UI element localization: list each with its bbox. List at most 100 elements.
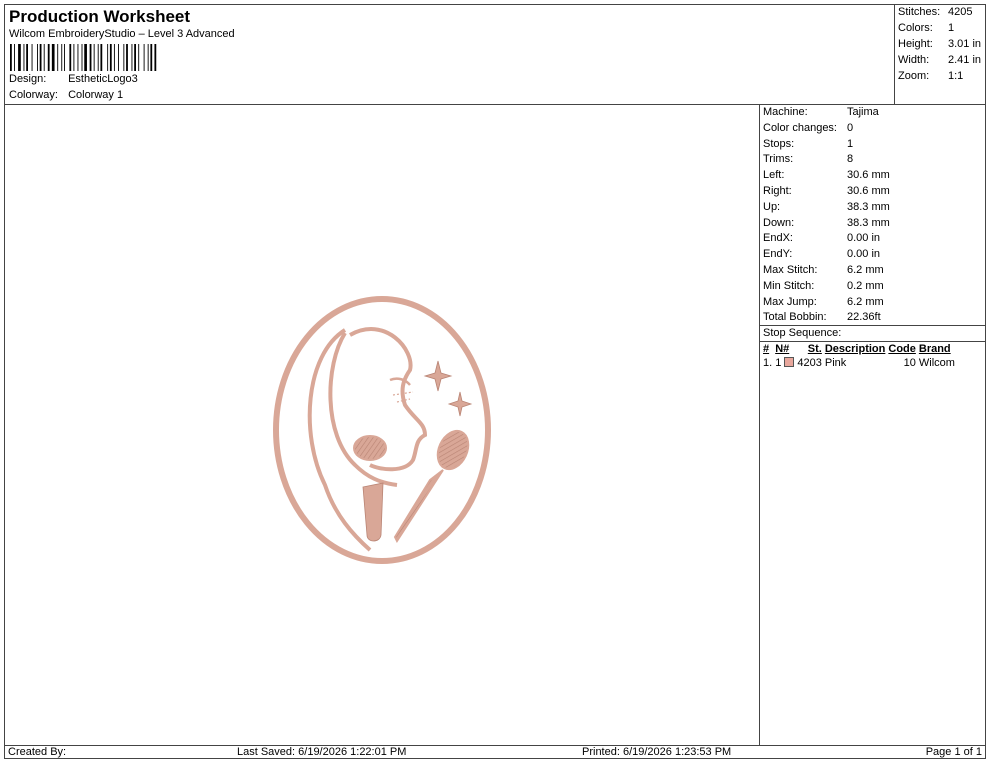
height-value: 3.01 in — [948, 38, 982, 50]
info-row: EndY: 0.00 in — [763, 248, 880, 260]
info-label: Left: — [763, 169, 785, 182]
software-subtitle: Wilcom EmbroideryStudio – Level 3 Advanc… — [9, 28, 235, 40]
barcode-image — [10, 44, 157, 71]
info-value: 22.36ft — [847, 311, 881, 324]
info-value: 0 — [847, 121, 854, 134]
info-value: 6.2 mm — [847, 264, 884, 276]
color-swatch — [784, 357, 795, 367]
colorway-label: Colorway: — [9, 89, 58, 101]
stop-sequence-table: # N# St. Description Code Brand 1. 1 420… — [763, 343, 958, 369]
design-label: Design: — [9, 73, 47, 85]
info-row: EndX: 0.00 in — [763, 232, 880, 244]
info-value: 8 — [847, 153, 854, 166]
col-index-header: # — [763, 343, 770, 355]
info-label: Trims: — [763, 153, 794, 166]
colorway-row: Colorway: Colorway 1 — [9, 89, 123, 101]
info-row: Max Jump: 6.2 mm — [763, 296, 884, 308]
info-value: 0.2 mm — [847, 279, 884, 292]
summary-box: Stitches: 4205 Colors: 1 Height: 3.01 in Wi… — [895, 5, 985, 105]
info-label: EndX: — [763, 232, 793, 245]
stitches-label: Stitches: — [898, 6, 941, 18]
design-preview-area — [5, 105, 760, 745]
width-value: 2.41 in — [948, 54, 982, 66]
col-stitches-header: St. — [807, 343, 822, 355]
height-label: Height: — [898, 38, 933, 50]
colors-label: Colors: — [898, 22, 933, 34]
row-stitches: 4203 — [797, 357, 822, 369]
eye-icon — [389, 377, 411, 386]
table-header-row: # N# St. Description Code Brand — [763, 343, 958, 356]
col-code-header: Code — [888, 343, 916, 355]
info-row: Trims: 8 — [763, 153, 853, 165]
colors-value: 1 — [948, 22, 955, 34]
info-label: Stops: — [763, 137, 795, 150]
colorway-value: Colorway 1 — [68, 89, 124, 101]
row-code: 10 — [903, 357, 916, 369]
sparkle-small-icon — [447, 391, 473, 417]
worksheet-frame: Production Worksheet Wilcom EmbroiderySt… — [4, 4, 986, 759]
info-row: Machine: Tajima — [763, 106, 879, 118]
info-value: 30.6 mm — [847, 169, 890, 182]
info-value: 1 — [847, 137, 854, 150]
info-value: 0.00 in — [847, 248, 881, 261]
width-label: Width: — [898, 54, 930, 66]
info-value: 0.00 in — [847, 232, 881, 245]
row-index: 1. — [763, 357, 773, 369]
zoom-value: 1:1 — [948, 70, 964, 82]
worksheet-footer: Created By: Last Saved: 6/19/2026 1:22:0… — [5, 745, 985, 759]
row-description: Pink — [824, 357, 847, 369]
design-value: EstheticLogo3 — [68, 73, 138, 85]
info-row: Down: 38.3 mm — [763, 217, 890, 229]
height-row: Height: 3.01 in — [898, 38, 981, 50]
brush-handle-icon — [362, 482, 384, 542]
sparkle-large-icon — [423, 360, 453, 392]
info-label: Right: — [763, 185, 792, 197]
created-by: Created By: — [8, 746, 67, 758]
row-brand: Wilcom — [918, 357, 955, 369]
info-label: Down: — [763, 216, 795, 229]
info-row: Max Stitch: 6.2 mm — [763, 264, 884, 276]
machine-info-panel: Machine: Tajima Color changes: 0 Stops: 1 Trim… — [760, 105, 986, 745]
stop-sequence-title: Stop Sequence: — [763, 327, 842, 339]
info-row: Up: 38.3 mm — [763, 201, 890, 213]
row-n: 1 — [775, 356, 797, 369]
info-value: 6.2 mm — [847, 295, 884, 308]
info-label: Up: — [763, 200, 781, 213]
info-row: Left: 30.6 mm — [763, 169, 890, 181]
blush-pad-icon — [353, 435, 387, 461]
col-description-header: Description — [824, 343, 886, 355]
zoom-row: Zoom: 1:1 — [898, 70, 963, 82]
col-brand-header: Brand — [918, 343, 951, 355]
design-row: Design: EstheticLogo3 — [9, 73, 138, 85]
info-row: Total Bobbin: 22.36ft — [763, 311, 881, 323]
info-value: 30.6 mm — [847, 185, 890, 197]
zoom-label: Zoom: — [898, 70, 930, 82]
info-label: Color changes: — [763, 121, 837, 134]
info-label: Min Stitch: — [763, 279, 815, 292]
stitches-row: Stitches: 4205 — [898, 6, 972, 18]
printed-date: Printed: 6/19/2026 1:23:53 PM — [582, 746, 732, 758]
stitches-value: 4205 — [948, 6, 973, 18]
width-row: Width: 2.41 in — [898, 54, 981, 66]
hair-strand-icon — [328, 331, 398, 487]
makeup-brush-icon — [393, 429, 470, 544]
last-saved: Last Saved: 6/19/2026 1:22:01 PM — [237, 746, 407, 758]
info-label: Machine: — [763, 106, 808, 118]
embroidery-design-image — [273, 296, 491, 564]
divider — [760, 325, 986, 326]
worksheet-header: Production Worksheet Wilcom EmbroiderySt… — [5, 5, 895, 105]
info-row: Right: 30.6 mm — [763, 185, 890, 197]
info-label: Total Bobbin: — [763, 311, 827, 324]
col-n-header: N# — [775, 343, 790, 355]
info-label: Max Stitch: — [763, 264, 818, 276]
info-row: Color changes: 0 — [763, 122, 853, 134]
colors-row: Colors: 1 — [898, 22, 954, 34]
info-value: 38.3 mm — [847, 216, 890, 229]
info-value: Tajima — [847, 106, 879, 118]
table-row: 1. 1 4203 Pink 10 Wilcom — [763, 356, 958, 369]
esthetic-logo-icon — [273, 296, 491, 564]
info-row: Min Stitch: 0.2 mm — [763, 280, 884, 292]
divider — [760, 341, 986, 342]
info-label: EndY: — [763, 248, 793, 261]
info-row: Stops: 1 — [763, 138, 853, 150]
